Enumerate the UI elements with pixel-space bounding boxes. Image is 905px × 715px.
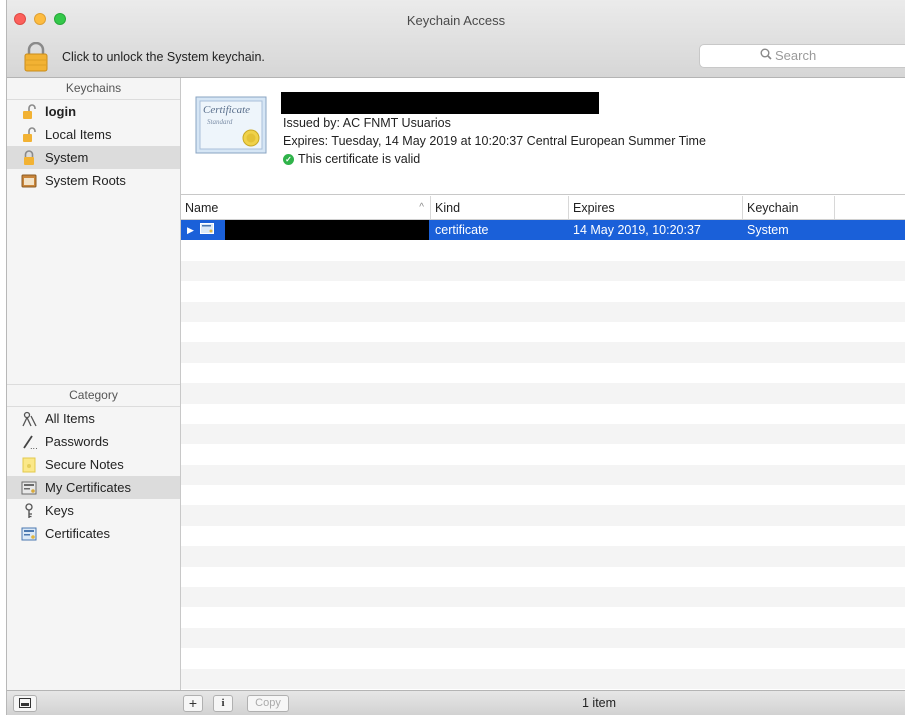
title-bar: Keychain Access Click to unlock the Syst… [7,0,905,78]
empty-row [181,423,905,445]
empty-row [181,505,905,526]
issued-by-label: Issued by: AC FNMT Usuarios [283,116,451,130]
sort-ascending-icon: ^ [419,202,424,213]
validity-label: This certificate is valid [298,152,421,166]
column-header-kind[interactable]: Kind [431,196,569,219]
search-icon [760,45,772,67]
sidebar: Keychains login Local Items System Syste… [7,78,181,690]
info-button[interactable]: i [213,695,233,712]
certificate-icon-title: Certificate [203,104,251,116]
locked-lock-icon [21,149,37,166]
column-header-name[interactable]: Name ^ [181,196,431,219]
certificate-icon-subtitle: Standard [207,118,233,126]
keychain-access-window: Keychain Access Click to unlock the Syst… [6,0,905,715]
all-items-icon [21,411,37,427]
empty-row [181,260,905,282]
unlocked-lock-icon [21,103,37,120]
sidebar-item-local-items[interactable]: Local Items [7,123,180,146]
category-item-passwords[interactable]: ... Passwords [7,430,180,453]
row-keychain-cell: System [747,223,789,237]
empty-row [181,444,905,465]
sidebar-item-label: Local Items [45,127,112,142]
sidebar-item-label: login [45,104,77,119]
category-item-label: My Certificates [45,480,131,495]
empty-row [181,464,905,486]
add-item-button[interactable]: + [183,695,203,712]
sidebar-item-system-roots[interactable]: System Roots [7,169,180,192]
empty-row [181,240,905,261]
table-header: Name ^ Kind Expires Keychain [181,196,905,220]
empty-row [181,627,905,649]
empty-row [181,362,905,384]
checkmark-icon: ✓ [283,153,294,165]
sidebar-item-label: System Roots [45,173,126,188]
status-bar: + i Copy 1 item [7,690,905,715]
row-expires-cell: 14 May 2019, 10:20:37 [573,223,701,237]
column-header-label: Name [185,201,219,215]
category-item-keys[interactable]: Keys [7,499,180,522]
sidebar-item-label: System [45,150,89,165]
certificate-large-icon: Certificate Standard [195,96,267,154]
empty-row [181,301,905,322]
empty-row [181,383,905,404]
lock-icon[interactable] [23,41,49,72]
sidebar-toggle-icon [19,698,31,711]
empty-row [181,281,905,302]
category-section: Category All Items ... Passwords Secure … [7,384,180,545]
category-item-label: Passwords [45,434,109,449]
item-count: 1 item [582,696,617,710]
category-item-label: Secure Notes [45,457,124,472]
category-item-label: Certificates [45,526,111,541]
empty-row [181,648,905,669]
category-item-label: Keys [45,503,74,518]
cabinet-icon [21,173,37,189]
my-certificate-icon [21,480,37,496]
search-input[interactable]: Search [699,44,905,68]
certificate-detail-pane: Certificate Standard Issued by: AC FNMT … [181,78,905,195]
redacted-row-name [225,220,429,241]
copy-button[interactable]: Copy [247,695,289,712]
category-item-certificates[interactable]: Certificates [7,522,180,545]
category-item-label: All Items [45,411,95,426]
window-title: Keychain Access [406,13,506,28]
unlock-prompt-label[interactable]: Click to unlock the System keychain. [62,50,265,64]
empty-row [181,566,905,588]
empty-row [181,587,905,608]
column-header-keychain[interactable]: Keychain [743,196,835,219]
svg-text:...: ... [30,442,37,450]
search-placeholder: Search [775,48,817,63]
empty-row [181,525,905,547]
empty-row [181,321,905,343]
key-icon [21,502,37,519]
sidebar-item-system[interactable]: System [7,146,180,169]
empty-row [181,668,905,689]
empty-row [181,485,905,506]
table-body: ▶ certificate 14 May 2019, 10:20:37 Syst… [181,220,905,690]
redacted-certificate-name [281,92,599,114]
items-table: Name ^ Kind Expires Keychain ▶ certifica… [181,196,905,690]
disclosure-triangle-icon[interactable]: ▶ [187,220,194,240]
category-item-secure-notes[interactable]: Secure Notes [7,453,180,476]
row-name-cell: ▶ [181,220,431,241]
category-item-my-certificates[interactable]: My Certificates [7,476,180,499]
row-certificate-icon [199,220,214,240]
unlocked-lock-icon [21,126,37,143]
empty-row [181,607,905,628]
expires-label: Expires: Tuesday, 14 May 2019 at 10:20:3… [283,134,706,148]
table-row[interactable]: ▶ certificate 14 May 2019, 10:20:37 Syst… [181,220,905,241]
certificate-icon [21,526,37,542]
keychains-header: Keychains [7,78,180,100]
category-item-all-items[interactable]: All Items [7,407,180,430]
row-kind-cell: certificate [435,223,489,237]
empty-row [181,342,905,363]
validity-status: ✓ This certificate is valid [283,152,420,166]
password-pen-icon: ... [21,434,37,450]
sidebar-item-login[interactable]: login [7,100,180,123]
empty-row [181,546,905,567]
empty-row [181,403,905,424]
column-header-expires[interactable]: Expires [569,196,743,219]
toggle-sidebar-button[interactable] [13,695,37,712]
secure-note-icon [21,457,37,473]
category-header: Category [7,385,180,407]
